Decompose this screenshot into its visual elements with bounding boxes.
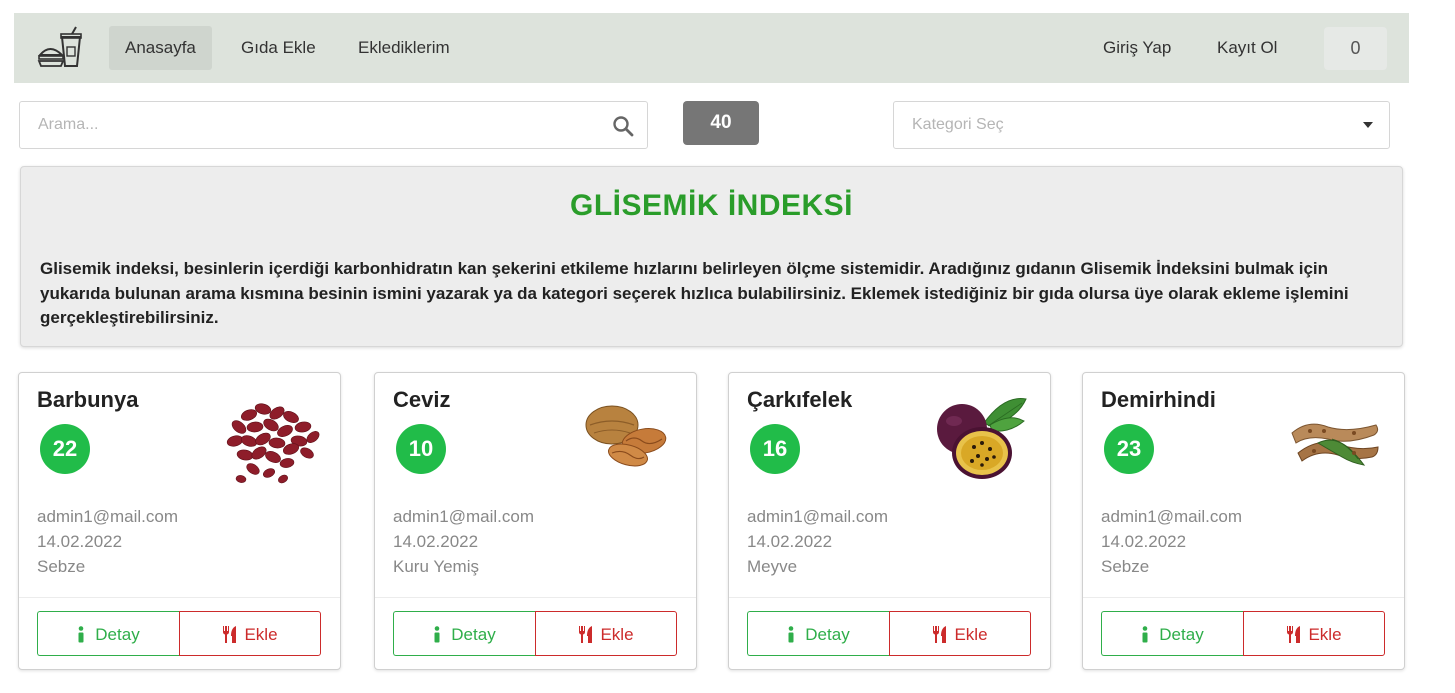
gi-badge: 16 xyxy=(750,424,800,474)
detail-label: Detay xyxy=(95,625,140,645)
search-input[interactable] xyxy=(20,102,600,148)
utensils-icon xyxy=(579,626,593,644)
food-card: Barbunya 22 admin1@mail.com 14.02.2022 S… xyxy=(18,372,341,670)
walnut-image xyxy=(585,405,667,467)
nav-add-food[interactable]: Gıda Ekle xyxy=(225,26,332,70)
add-label: Ekle xyxy=(1308,625,1342,645)
info-icon xyxy=(1142,626,1148,643)
detail-button[interactable]: Detay xyxy=(747,611,889,656)
tamarind-image xyxy=(1291,423,1379,466)
login-link[interactable]: Giriş Yap xyxy=(1087,26,1187,70)
add-button[interactable]: Ekle xyxy=(179,611,321,656)
search-icon[interactable] xyxy=(612,115,634,137)
gi-badge: 22 xyxy=(40,424,90,474)
category-select[interactable]: Kategori Seç xyxy=(893,101,1390,149)
card-date: 14.02.2022 xyxy=(747,532,833,551)
card-date: 14.02.2022 xyxy=(37,532,123,551)
add-button[interactable]: Ekle xyxy=(1243,611,1385,656)
add-button[interactable]: Ekle xyxy=(535,611,677,656)
utensils-icon xyxy=(1287,626,1301,644)
info-panel: GLİSEMİK İNDEKSİ Glisemik indeksi, besin… xyxy=(20,166,1403,347)
detail-label: Detay xyxy=(805,625,850,645)
info-title: GLİSEMİK İNDEKSİ xyxy=(569,189,854,222)
navbar: Anasayfa Gıda Ekle Eklediklerim Giriş Ya… xyxy=(14,13,1409,83)
utensils-icon xyxy=(933,626,947,644)
detail-button[interactable]: Detay xyxy=(393,611,535,656)
gi-badge: 23 xyxy=(1104,424,1154,474)
food-card: Ceviz 10 admin1@mail.com 14.02.2022 Kuru… xyxy=(374,372,697,670)
add-label: Ekle xyxy=(244,625,278,645)
card-category: Meyve xyxy=(747,557,798,576)
utensils-icon xyxy=(223,626,237,644)
card-date: 14.02.2022 xyxy=(1101,532,1187,551)
result-count-badge: 40 xyxy=(683,101,759,145)
card-divider xyxy=(375,597,696,598)
card-email: admin1@mail.com xyxy=(747,507,889,526)
passion-fruit-image xyxy=(937,398,1027,479)
food-card: Demirhindi 23 admin1@mail.com 14.02.2022… xyxy=(1082,372,1405,670)
card-email: admin1@mail.com xyxy=(393,507,535,526)
card-category: Sebze xyxy=(1101,557,1150,576)
detail-button[interactable]: Detay xyxy=(1101,611,1243,656)
search-box xyxy=(19,101,648,149)
detail-label: Detay xyxy=(1159,625,1204,645)
nav-home[interactable]: Anasayfa xyxy=(109,26,212,70)
info-icon xyxy=(434,626,440,643)
card-category: Sebze xyxy=(37,557,86,576)
add-button[interactable]: Ekle xyxy=(889,611,1031,656)
info-icon xyxy=(788,626,794,643)
add-label: Ekle xyxy=(954,625,988,645)
gi-badge: 10 xyxy=(396,424,446,474)
card-category: Kuru Yemiş xyxy=(393,557,479,576)
add-label: Ekle xyxy=(600,625,634,645)
card-email: admin1@mail.com xyxy=(37,507,179,526)
info-icon xyxy=(78,626,84,643)
red-beans-image xyxy=(226,403,320,484)
card-divider xyxy=(1083,597,1404,598)
food-logo-icon[interactable] xyxy=(36,25,84,71)
category-placeholder: Kategori Seç xyxy=(912,116,1004,133)
food-card: Çarkıfelek 16 admin1@mail.com 14.02.2022… xyxy=(728,372,1051,670)
nav-my-additions[interactable]: Eklediklerim xyxy=(342,26,466,70)
detail-button[interactable]: Detay xyxy=(37,611,179,656)
register-link[interactable]: Kayıt Ol xyxy=(1201,26,1293,70)
chevron-down-icon xyxy=(1363,122,1373,128)
detail-label: Detay xyxy=(451,625,496,645)
cart-count-button[interactable]: 0 xyxy=(1324,27,1387,70)
food-name: Ceviz xyxy=(393,387,451,412)
card-divider xyxy=(19,597,340,598)
card-date: 14.02.2022 xyxy=(393,532,479,551)
food-name: Demirhindi xyxy=(1101,387,1216,412)
info-text: Glisemik indeksi, besinlerin içerdiği ka… xyxy=(40,259,1349,327)
card-email: admin1@mail.com xyxy=(1101,507,1243,526)
card-divider xyxy=(729,597,1050,598)
food-name: Çarkıfelek xyxy=(747,387,853,412)
food-name: Barbunya xyxy=(37,387,139,412)
